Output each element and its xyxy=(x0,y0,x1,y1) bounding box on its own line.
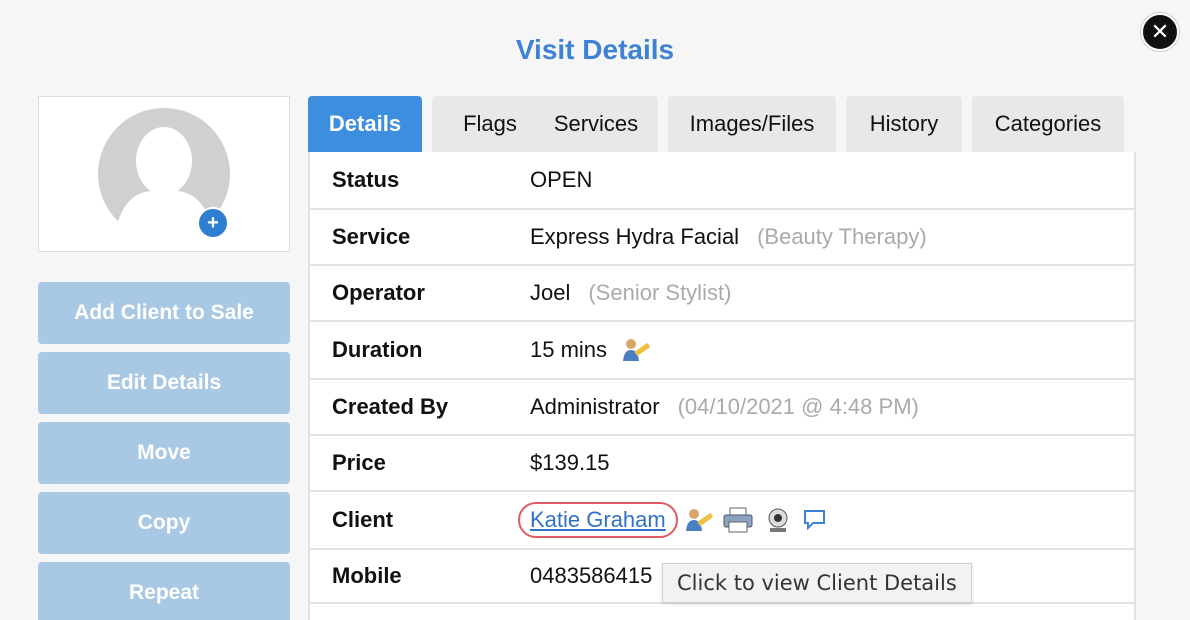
tab-categories[interactable]: Categories xyxy=(972,96,1124,152)
created-by-row: Created By Administrator (04/10/2021 @ 4… xyxy=(310,380,1134,436)
service-row: Service Express Hydra Facial (Beauty The… xyxy=(310,210,1134,266)
operator-label: Operator xyxy=(332,280,425,305)
tab-history[interactable]: History xyxy=(846,96,962,152)
service-value: Express Hydra Facial xyxy=(530,224,740,249)
status-label: Status xyxy=(332,167,400,192)
tab-services[interactable]: Services xyxy=(534,96,658,152)
price-value: $139.15 xyxy=(530,450,610,475)
status-row: Status OPEN xyxy=(310,152,1134,210)
printer-icon[interactable] xyxy=(722,507,754,533)
add-photo-button[interactable]: + xyxy=(197,207,229,239)
price-label: Price xyxy=(332,450,386,475)
edit-person-icon[interactable] xyxy=(621,337,651,363)
duration-row: Duration 15 mins xyxy=(310,322,1134,380)
details-panel: Status OPEN Service Express Hydra Facial… xyxy=(308,152,1136,620)
status-value: OPEN xyxy=(530,167,593,192)
tab-flags[interactable]: Flags xyxy=(432,96,548,152)
client-link-tooltip: Click to view Client Details xyxy=(662,563,972,603)
client-name-link[interactable]: Katie Graham xyxy=(518,502,678,538)
client-photo[interactable]: + xyxy=(38,96,290,252)
mobile-label: Mobile xyxy=(332,563,402,588)
created-by-label: Created By xyxy=(332,394,449,419)
tab-details[interactable]: Details xyxy=(308,96,422,152)
chat-icon[interactable] xyxy=(802,508,828,532)
operator-value: Joel xyxy=(530,280,571,305)
edit-details-button[interactable]: Edit Details xyxy=(38,352,290,414)
created-by-value: Administrator xyxy=(530,394,660,419)
operator-role: (Senior Stylist) xyxy=(588,280,732,305)
service-category: (Beauty Therapy) xyxy=(757,224,927,249)
client-label: Client xyxy=(332,507,394,532)
service-label: Service xyxy=(332,224,411,249)
duration-label: Duration xyxy=(332,337,423,362)
price-row: Price $139.15 xyxy=(310,436,1134,492)
mobile-value: 0483586415 xyxy=(530,563,653,588)
edit-person-icon[interactable] xyxy=(684,507,714,533)
copy-button[interactable]: Copy xyxy=(38,492,290,554)
webcam-icon[interactable] xyxy=(764,507,792,533)
duration-value: 15 mins xyxy=(530,337,608,362)
operator-row: Operator Joel (Senior Stylist) xyxy=(310,266,1134,322)
dialog-title: Visit Details xyxy=(515,34,675,65)
repeat-button[interactable]: Repeat xyxy=(38,562,290,620)
tab-images-files[interactable]: Images/Files xyxy=(668,96,836,152)
move-button[interactable]: Move xyxy=(38,422,290,484)
client-row: Client Katie Graham xyxy=(310,492,1134,550)
created-timestamp: (04/10/2021 @ 4:48 PM) xyxy=(677,394,919,419)
add-client-to-sale-button[interactable]: Add Client to Sale xyxy=(38,282,290,344)
